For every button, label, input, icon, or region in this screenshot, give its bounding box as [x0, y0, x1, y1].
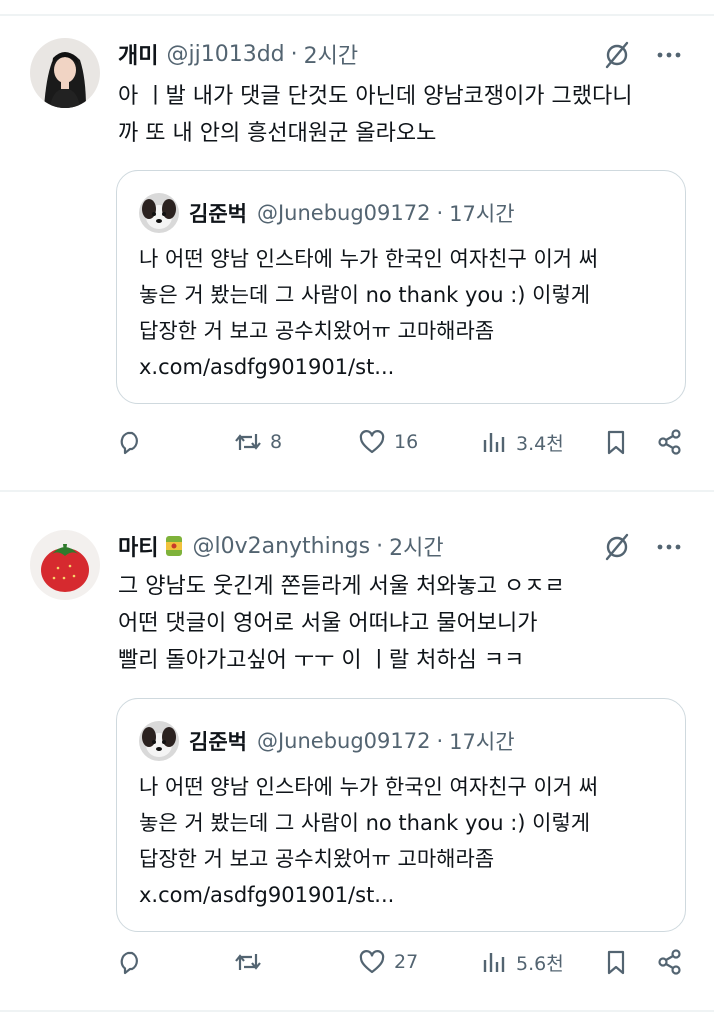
separator-dot: · — [436, 729, 444, 753]
like-icon — [359, 430, 385, 454]
reply-icon — [120, 951, 138, 975]
tweet-text: 그 양남도 웃긴게 쫀듣라게 서울 처와놓고 ㅇㅈㄹ 어떤 댓글이 영어로 서울… — [118, 568, 684, 679]
quoted-text-line: 답장한 거 보고 공수치왔어ㅠ 고마해라좀 — [139, 319, 495, 343]
views-count: 5.6천 — [516, 952, 564, 975]
views-button[interactable]: 3.4천 — [480, 422, 564, 462]
like-button[interactable]: 27 — [358, 942, 418, 982]
timestamp[interactable]: 2시간 — [304, 38, 358, 70]
user-handle[interactable]: @l0v2anythings — [192, 534, 370, 559]
quoted-link[interactable]: x.com/asdfg901901/st... — [139, 877, 669, 913]
repost-icon — [235, 434, 261, 450]
repost-icon — [235, 954, 261, 970]
bookmark-button[interactable] — [602, 942, 630, 982]
tweet-text-line: 아 ㅣ발 내가 댓글 단것도 아닌데 양남코쟁이가 그랬다니 — [118, 84, 633, 109]
action-bar: 27 5.6천 — [116, 942, 686, 982]
tweet-1[interactable]: 개미 @jj1013dd · 2시간 아 ㅣ발 내가 댓글 단것도 아닌데 양남… — [0, 18, 714, 478]
tweet-text: 아 ㅣ발 내가 댓글 단것도 아닌데 양남코쟁이가 그랬다니 까 또 내 안의 … — [118, 78, 684, 152]
quoted-display-name[interactable]: 김준벅 — [189, 726, 247, 756]
like-count: 27 — [394, 951, 419, 973]
tweet-text-line: 어떤 댓글이 영어로 서울 어떠냐고 물어보니가 — [118, 611, 538, 636]
tweet-divider — [0, 490, 714, 492]
quoted-tweet[interactable]: 김준벅 @Junebug09172 · 17시간 나 어떤 양남 인스타에 누가… — [116, 170, 686, 404]
action-bar: 8 16 3.4천 — [116, 422, 686, 462]
separator-dot: · — [436, 201, 444, 225]
quoted-timestamp[interactable]: 17시간 — [449, 726, 514, 756]
bookmark-icon — [607, 430, 625, 455]
tweet-2[interactable]: 마티 @l0v2anythings · 2시간 그 양남도 웃긴게 쫀듣라게 서… — [0, 510, 714, 1006]
quoted-text-line: 나 어떤 양남 인스타에 누가 한국인 여자친구 이거 써 — [139, 247, 599, 271]
top-divider — [0, 14, 714, 16]
share-icon — [658, 429, 681, 455]
repost-button[interactable]: 8 — [234, 422, 282, 462]
quoted-display-name[interactable]: 김준벅 — [189, 198, 247, 228]
tweet-text-line: 그 양남도 웃긴게 쫀듣라게 서울 처와놓고 ㅇㅈㄹ — [118, 574, 565, 599]
views-icon — [483, 433, 505, 452]
tweet-text-line: 까 또 내 안의 흥선대원군 올라오노 — [118, 121, 437, 146]
share-button[interactable] — [656, 422, 684, 462]
grok-icon[interactable] — [602, 40, 632, 70]
quoted-user-handle[interactable]: @Junebug09172 — [257, 729, 431, 753]
quoted-user-handle[interactable]: @Junebug09172 — [257, 201, 431, 225]
bookmark-icon — [607, 950, 625, 975]
quoted-avatar[interactable] — [139, 721, 179, 761]
reply-icon — [120, 431, 138, 455]
quoted-text-line: 놓은 거 봤는데 그 사람이 no thank you :) 이렇게 — [139, 811, 591, 835]
more-icon[interactable] — [654, 532, 684, 562]
quoted-text: 나 어떤 양남 인스타에 누가 한국인 여자친구 이거 써 놓은 거 봤는데 그… — [139, 769, 669, 913]
avatar[interactable] — [30, 38, 100, 108]
reply-button[interactable] — [116, 422, 152, 462]
bookmark-button[interactable] — [602, 422, 630, 462]
repost-button[interactable] — [234, 942, 270, 982]
display-name[interactable]: 마티 — [118, 530, 158, 562]
more-icon[interactable] — [654, 40, 684, 70]
quoted-avatar[interactable] — [139, 193, 179, 233]
share-icon — [658, 949, 681, 975]
quoted-timestamp[interactable]: 17시간 — [449, 198, 514, 228]
quoted-text-line: 답장한 거 보고 공수치왔어ㅠ 고마해라좀 — [139, 847, 495, 871]
like-icon — [359, 950, 385, 974]
separator-dot: · — [376, 533, 384, 559]
grok-icon[interactable] — [602, 532, 632, 562]
display-name[interactable]: 개미 — [118, 38, 158, 70]
share-button[interactable] — [656, 942, 684, 982]
can-emoji-icon — [164, 534, 184, 558]
quoted-header: 김준벅 @Junebug09172 · 17시간 — [189, 723, 515, 759]
quoted-text-line: 놓은 거 봤는데 그 사람이 no thank you :) 이렇게 — [139, 283, 591, 307]
separator-dot: · — [290, 41, 298, 67]
repost-count: 8 — [270, 431, 283, 453]
quoted-text-line: 나 어떤 양남 인스타에 누가 한국인 여자친구 이거 써 — [139, 775, 599, 799]
user-handle[interactable]: @jj1013dd — [166, 42, 284, 67]
like-button[interactable]: 16 — [358, 422, 418, 462]
bottom-divider — [0, 1010, 714, 1012]
views-icon — [483, 953, 505, 972]
avatar[interactable] — [30, 530, 100, 600]
like-count: 16 — [394, 431, 419, 453]
timestamp[interactable]: 2시간 — [389, 530, 443, 562]
tweet-text-line: 빨리 돌아가고싶어 ㅜㅜ 이 ㅣ랄 처하심 ㅋㅋ — [118, 648, 525, 673]
quoted-header: 김준벅 @Junebug09172 · 17시간 — [189, 195, 515, 231]
reply-button[interactable] — [116, 942, 152, 982]
views-button[interactable]: 5.6천 — [480, 942, 564, 982]
views-count: 3.4천 — [516, 432, 564, 455]
quoted-text: 나 어떤 양남 인스타에 누가 한국인 여자친구 이거 써 놓은 거 봤는데 그… — [139, 241, 669, 385]
quoted-link[interactable]: x.com/asdfg901901/st... — [139, 349, 669, 385]
quoted-tweet[interactable]: 김준벅 @Junebug09172 · 17시간 나 어떤 양남 인스타에 누가… — [116, 698, 686, 932]
